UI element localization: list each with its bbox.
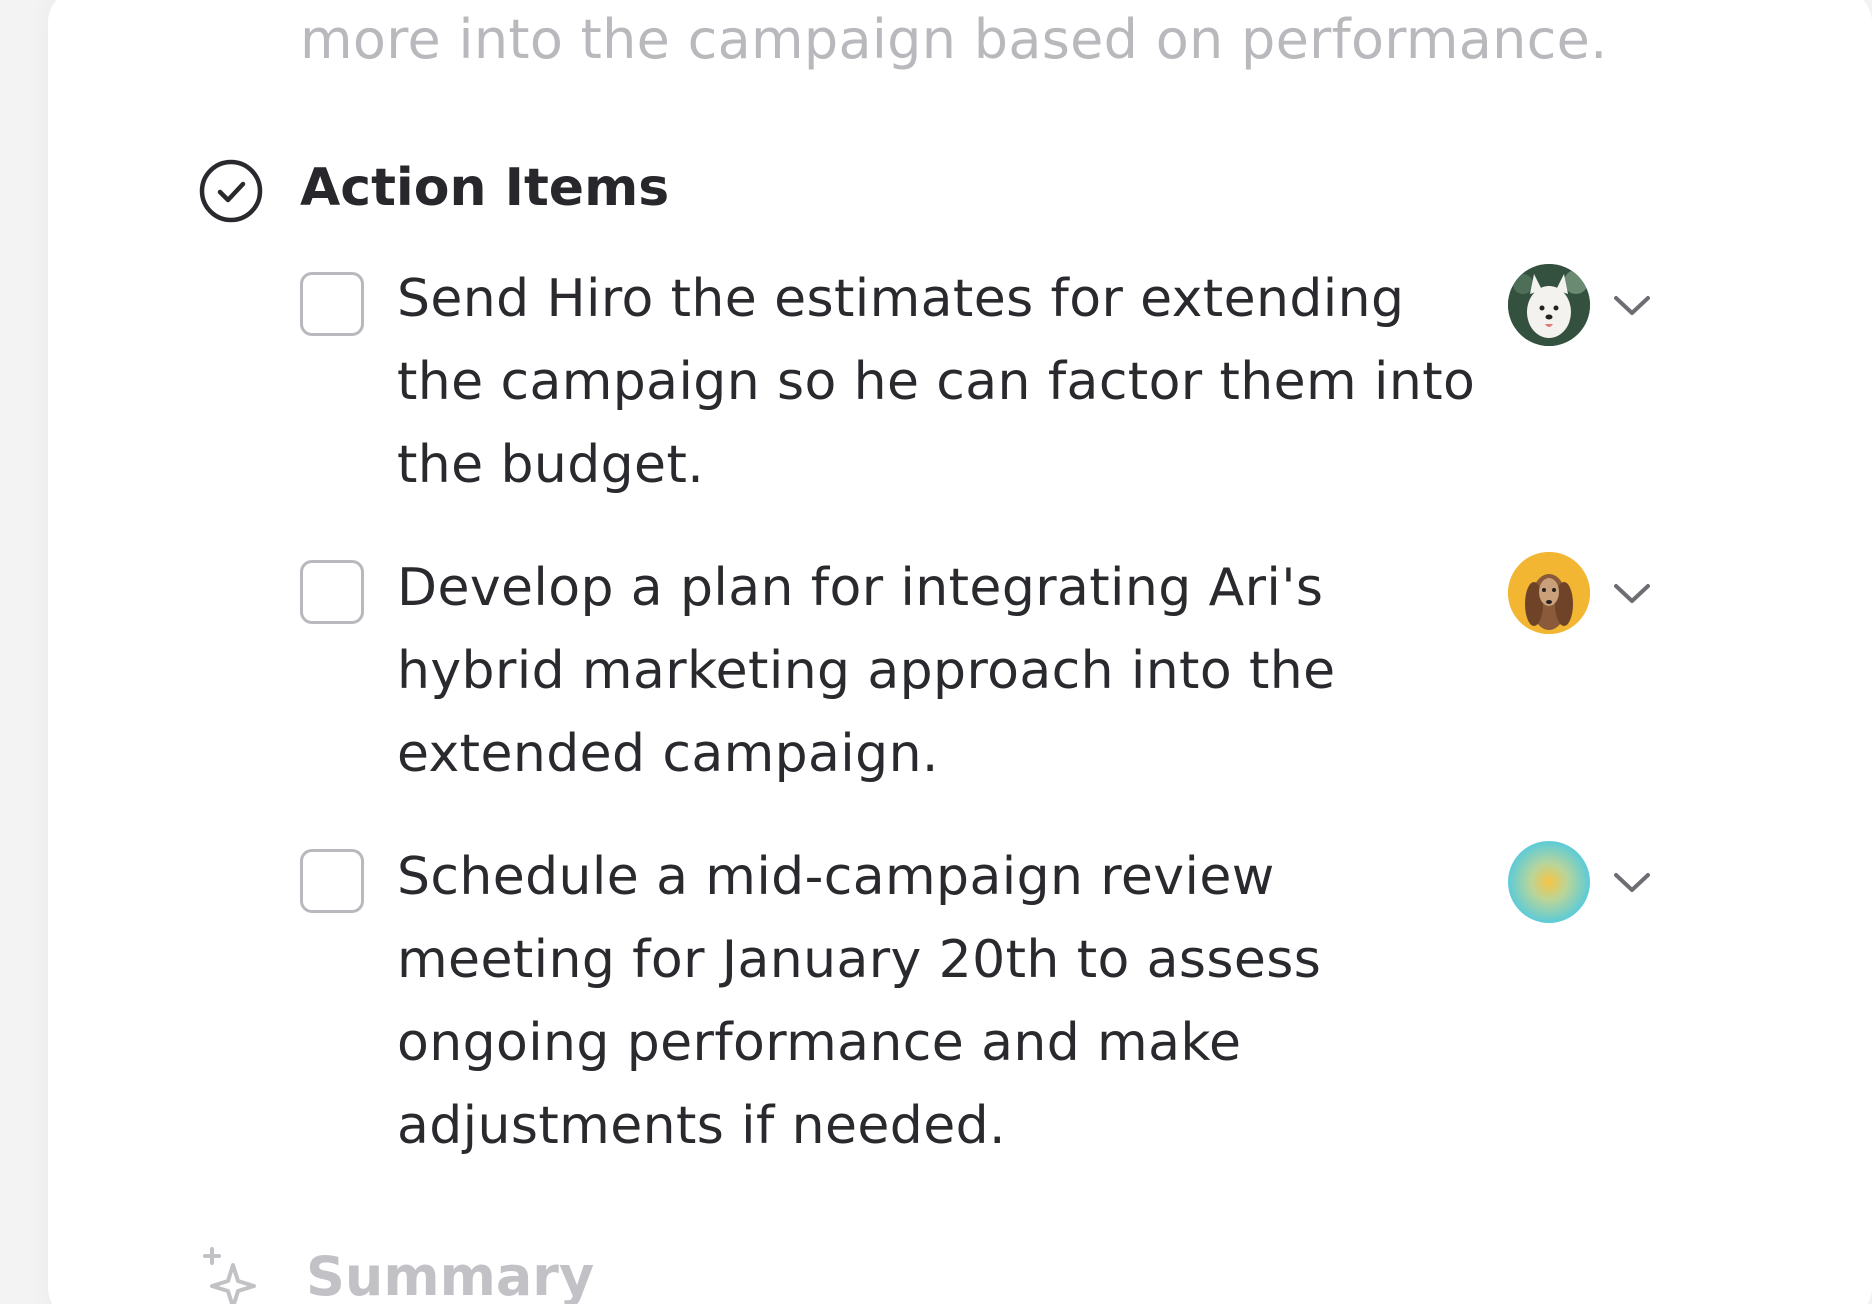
assignee-avatar[interactable]: [1508, 552, 1590, 634]
action-item-checkbox[interactable]: [300, 560, 364, 624]
previous-section-text: more into the campaign based on performa…: [300, 8, 1608, 71]
chevron-down-icon[interactable]: [1602, 276, 1662, 336]
action-item-text: Develop a plan for integrating Ari's hyb…: [397, 558, 1336, 784]
check-circle-icon: [198, 158, 264, 224]
assignee-avatar[interactable]: [1508, 264, 1590, 346]
action-item-checkbox[interactable]: [300, 849, 364, 913]
assignee-avatar[interactable]: [1508, 841, 1590, 923]
action-items-title: Action Items: [300, 158, 670, 218]
action-items-header: [198, 156, 264, 226]
chevron-down-icon[interactable]: [1602, 564, 1662, 624]
summary-header: [198, 1245, 268, 1304]
chevron-down-icon[interactable]: [1602, 853, 1662, 913]
action-item-text: Send Hiro the estimates for extending th…: [397, 269, 1476, 495]
summary-title: Summary: [306, 1245, 595, 1304]
action-item-checkbox[interactable]: [300, 272, 364, 336]
sparkles-icon: [198, 1243, 268, 1304]
action-item-text: Schedule a mid-campaign review meeting f…: [397, 847, 1322, 1156]
